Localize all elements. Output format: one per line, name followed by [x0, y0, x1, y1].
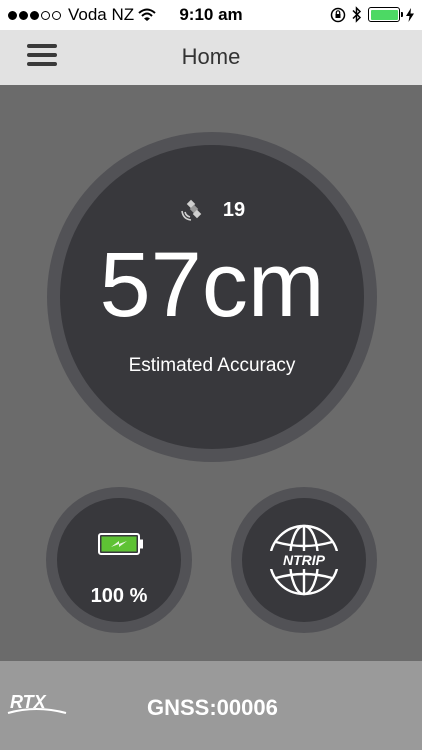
status-bar: Voda NZ 9:10 am [0, 0, 422, 30]
ntrip-globe-icon: NTRIP [268, 524, 340, 596]
satellite-icon [181, 199, 202, 221]
ntrip-label: NTRIP [283, 552, 326, 568]
charging-bolt-icon [406, 7, 414, 22]
rtx-logo: RTX [7, 692, 67, 714]
gnss-id: GNSS:00006 [147, 695, 278, 720]
main-content: 19 57cm Estimated Accuracy 100 % NTRIP [0, 85, 422, 661]
orientation-lock-icon [330, 7, 346, 22]
nav-bar: Home [0, 30, 422, 85]
battery-percent: 100 % [90, 585, 148, 607]
satellite-count: 19 [222, 198, 246, 221]
ntrip-button[interactable]: NTRIP [231, 487, 377, 633]
rtx-logo-text: RTX [10, 692, 47, 712]
page-title: Home [181, 44, 241, 69]
status-battery-icon [368, 7, 403, 22]
accuracy-value: 57cm [99, 234, 325, 336]
battery-charging-icon [98, 533, 143, 555]
accuracy-label: Estimated Accuracy [128, 355, 296, 376]
accuracy-panel: 19 57cm Estimated Accuracy [60, 145, 364, 449]
footer: RTX GNSS:00006 [0, 661, 422, 750]
accuracy-gauge: 19 57cm Estimated Accuracy [47, 132, 377, 462]
bluetooth-icon [352, 6, 362, 23]
battery-button[interactable]: 100 % [46, 487, 192, 633]
